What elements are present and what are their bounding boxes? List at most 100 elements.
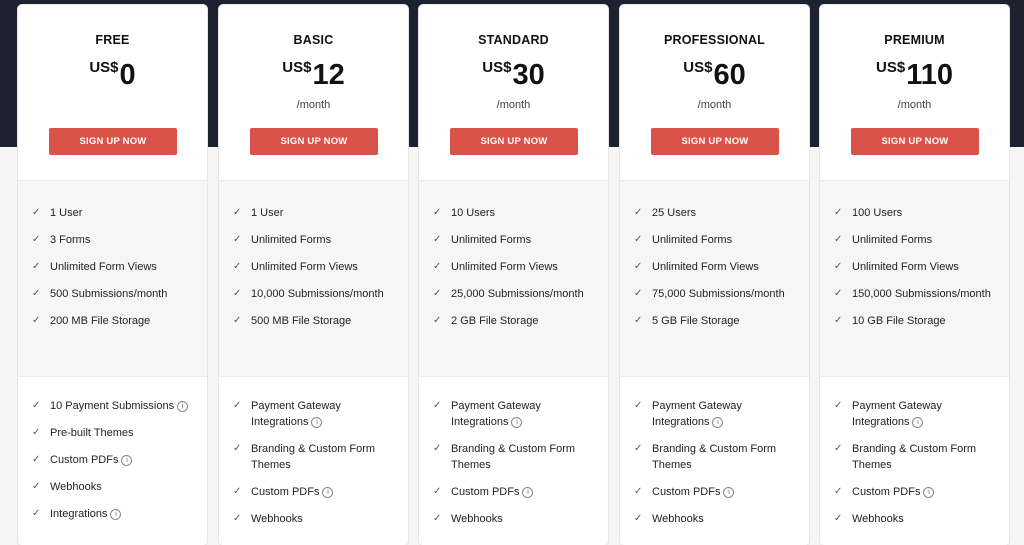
extra-features: ✓ Payment Gateway Integrations i ✓ Branding …: [419, 377, 608, 527]
check-icon: ✓: [32, 288, 41, 299]
info-icon[interactable]: i: [110, 509, 122, 520]
feature-label: 1 User: [50, 207, 83, 219]
feature-label: 10 Users: [451, 207, 496, 219]
feature-label: Branding & Custom Form Themes: [652, 443, 777, 471]
check-icon: ✓: [433, 400, 442, 411]
feature-item: ✓ Unlimited Form Views: [219, 259, 408, 275]
feature-label: 75,000 Submissions/month: [652, 288, 785, 300]
feature-item: ✓ 500 Submissions/month: [18, 286, 207, 302]
price-period: /month: [496, 99, 531, 111]
feature-label: 200 MB File Storage: [50, 315, 151, 327]
sign-up-button[interactable]: SIGN UP NOW: [250, 128, 378, 155]
plan-name: PREMIUM: [884, 33, 945, 47]
feature-label: 100 Users: [852, 207, 903, 219]
feature-item: ✓ 10,000 Submissions/month: [219, 286, 408, 302]
feature-label: Custom PDFs: [251, 486, 320, 498]
extra-features: ✓ Payment Gateway Integrations i ✓ Branding …: [219, 377, 408, 527]
check-icon: ✓: [433, 443, 442, 454]
check-icon: ✓: [834, 513, 843, 524]
feature-list: ✓ 10 Users ✓ Unlimited Forms ✓ Unlimited Form…: [419, 183, 608, 329]
info-icon[interactable]: i: [923, 487, 935, 498]
feature-item: ✓ Unlimited Forms: [820, 232, 1009, 248]
feature-list: ✓ Payment Gateway Integrations i ✓ Branding …: [419, 377, 608, 527]
check-icon: ✓: [433, 234, 442, 245]
feature-item: ✓ Webhooks: [419, 511, 608, 527]
check-icon: ✓: [433, 486, 442, 497]
feature-label: 25,000 Submissions/month: [451, 288, 584, 300]
check-icon: ✓: [32, 427, 41, 438]
extra-features: ✓ Payment Gateway Integrations i ✓ Branding …: [820, 377, 1009, 527]
feature-label: Branding & Custom Form Themes: [251, 443, 376, 471]
sign-up-button[interactable]: SIGN UP NOW: [851, 128, 979, 155]
feature-item: ✓ Unlimited Form Views: [820, 259, 1009, 275]
info-icon[interactable]: i: [121, 455, 133, 466]
feature-item: ✓ Unlimited Forms: [219, 232, 408, 248]
info-icon[interactable]: i: [522, 487, 534, 498]
feature-item: ✓ 1 User: [219, 205, 408, 221]
plan-card-basic: BASIC US$ 12 /month SIGN UP NOW ✓ 1 User ✓…: [219, 5, 408, 545]
plan-name: BASIC: [293, 33, 334, 47]
plan-header: PROFESSIONAL US$ 60 /month SIGN UP NOW: [620, 5, 809, 180]
plan-price: US$ 110: [820, 57, 1009, 93]
sign-up-button[interactable]: SIGN UP NOW: [450, 128, 578, 155]
check-icon: ✓: [634, 443, 643, 454]
feature-item: ✓ Unlimited Forms: [620, 232, 809, 248]
core-features: ✓ 10 Users ✓ Unlimited Forms ✓ Unlimited Form…: [419, 180, 608, 377]
feature-item: ✓ Integrations i: [18, 506, 207, 522]
price-amount: 30: [512, 59, 545, 91]
info-icon[interactable]: i: [511, 417, 523, 428]
feature-item: ✓ 150,000 Submissions/month: [820, 286, 1009, 302]
feature-label: Webhooks: [451, 513, 503, 525]
check-icon: ✓: [32, 400, 41, 411]
feature-item: ✓ 200 MB File Storage: [18, 313, 207, 329]
feature-item: ✓ Webhooks: [820, 511, 1009, 527]
info-icon[interactable]: i: [912, 417, 924, 428]
feature-item: ✓ 10 GB File Storage: [820, 313, 1009, 329]
check-icon: ✓: [32, 481, 41, 492]
info-icon[interactable]: i: [322, 487, 334, 498]
feature-label: Payment Gateway Integrations: [251, 400, 341, 428]
info-icon[interactable]: i: [311, 417, 323, 428]
check-icon: ✓: [634, 261, 643, 272]
feature-item: ✓ Custom PDFs i: [219, 484, 408, 500]
feature-label: 500 MB File Storage: [251, 315, 352, 327]
feature-item: ✓ 5 GB File Storage: [620, 313, 809, 329]
check-icon: ✓: [834, 288, 843, 299]
check-icon: ✓: [32, 315, 41, 326]
feature-item: ✓ 3 Forms: [18, 232, 207, 248]
price-period: /month: [296, 99, 331, 111]
price-currency: US$: [89, 59, 119, 76]
price-currency: US$: [482, 59, 512, 76]
info-icon[interactable]: i: [723, 487, 735, 498]
check-icon: ✓: [233, 234, 242, 245]
feature-item: ✓ 100 Users: [820, 205, 1009, 221]
check-icon: ✓: [32, 261, 41, 272]
feature-item: ✓ Webhooks: [18, 479, 207, 495]
plan-name: FREE: [95, 33, 130, 47]
info-icon[interactable]: i: [177, 401, 189, 412]
feature-item: ✓ 500 MB File Storage: [219, 313, 408, 329]
check-icon: ✓: [634, 315, 643, 326]
feature-label: Custom PDFs: [652, 486, 721, 498]
feature-label: 10 Payment Submissions: [50, 400, 175, 412]
check-icon: ✓: [233, 261, 242, 272]
sign-up-button[interactable]: SIGN UP NOW: [651, 128, 779, 155]
price-amount: 12: [312, 59, 345, 91]
check-icon: ✓: [233, 400, 242, 411]
feature-list: ✓ 1 User ✓ Unlimited Forms ✓ Unlimited Form V…: [219, 183, 408, 329]
feature-label: Branding & Custom Form Themes: [451, 443, 576, 471]
feature-list: ✓ 100 Users ✓ Unlimited Forms ✓ Unlimited For…: [820, 183, 1009, 329]
info-icon[interactable]: i: [712, 417, 724, 428]
feature-label: Unlimited Form Views: [50, 261, 157, 273]
feature-item: ✓ 10 Payment Submissions i: [18, 398, 207, 414]
check-icon: ✓: [233, 443, 242, 454]
sign-up-button[interactable]: SIGN UP NOW: [49, 128, 177, 155]
feature-label: Payment Gateway Integrations: [652, 400, 742, 428]
feature-label: Pre-built Themes: [50, 427, 134, 439]
check-icon: ✓: [834, 443, 843, 454]
feature-list: ✓ Payment Gateway Integrations i ✓ Branding …: [219, 377, 408, 527]
check-icon: ✓: [233, 207, 242, 218]
feature-label: Payment Gateway Integrations: [852, 400, 942, 428]
plan-price: US$ 12: [219, 57, 408, 93]
check-icon: ✓: [834, 400, 843, 411]
